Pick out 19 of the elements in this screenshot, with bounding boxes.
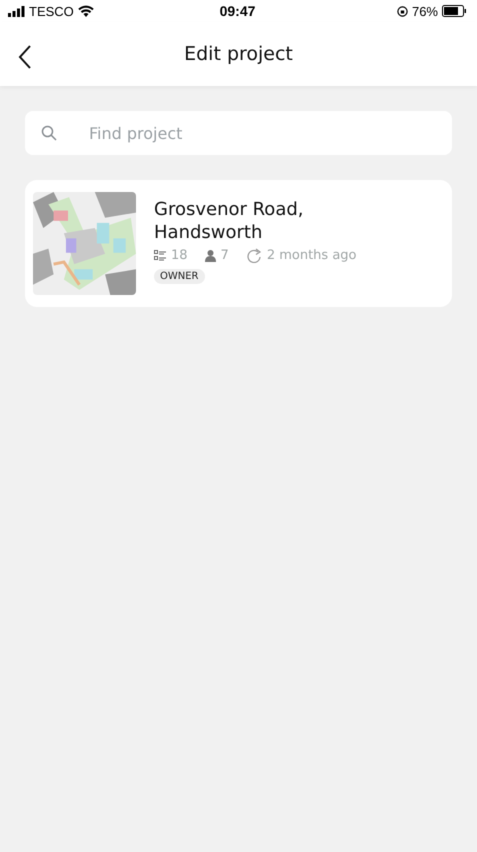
battery-percentage: 76% — [412, 4, 438, 18]
member-count: 7 — [220, 248, 229, 263]
checklist-icon — [154, 250, 166, 261]
signal-icon — [8, 6, 25, 16]
last-updated: 2 months ago — [266, 248, 357, 263]
person-icon — [204, 250, 216, 262]
share-arrow-icon — [246, 248, 262, 263]
wifi-icon — [78, 5, 94, 17]
search-icon — [41, 125, 57, 141]
role-badge: OWNER — [154, 269, 205, 284]
carrier-name: TESCO — [29, 4, 74, 18]
task-count: 18 — [171, 248, 188, 263]
project-name: Grosvenor Road, Handsworth — [154, 198, 305, 244]
rotation-lock-icon — [396, 6, 408, 16]
status-time: 09:47 — [220, 3, 256, 19]
search-field[interactable]: Find project — [25, 111, 452, 155]
battery-icon — [442, 5, 467, 17]
page-title: Edit project — [184, 43, 293, 65]
project-card[interactable]: Grosvenor Road, Handsworth 18 7 2 months ago OWNER — [25, 180, 452, 307]
